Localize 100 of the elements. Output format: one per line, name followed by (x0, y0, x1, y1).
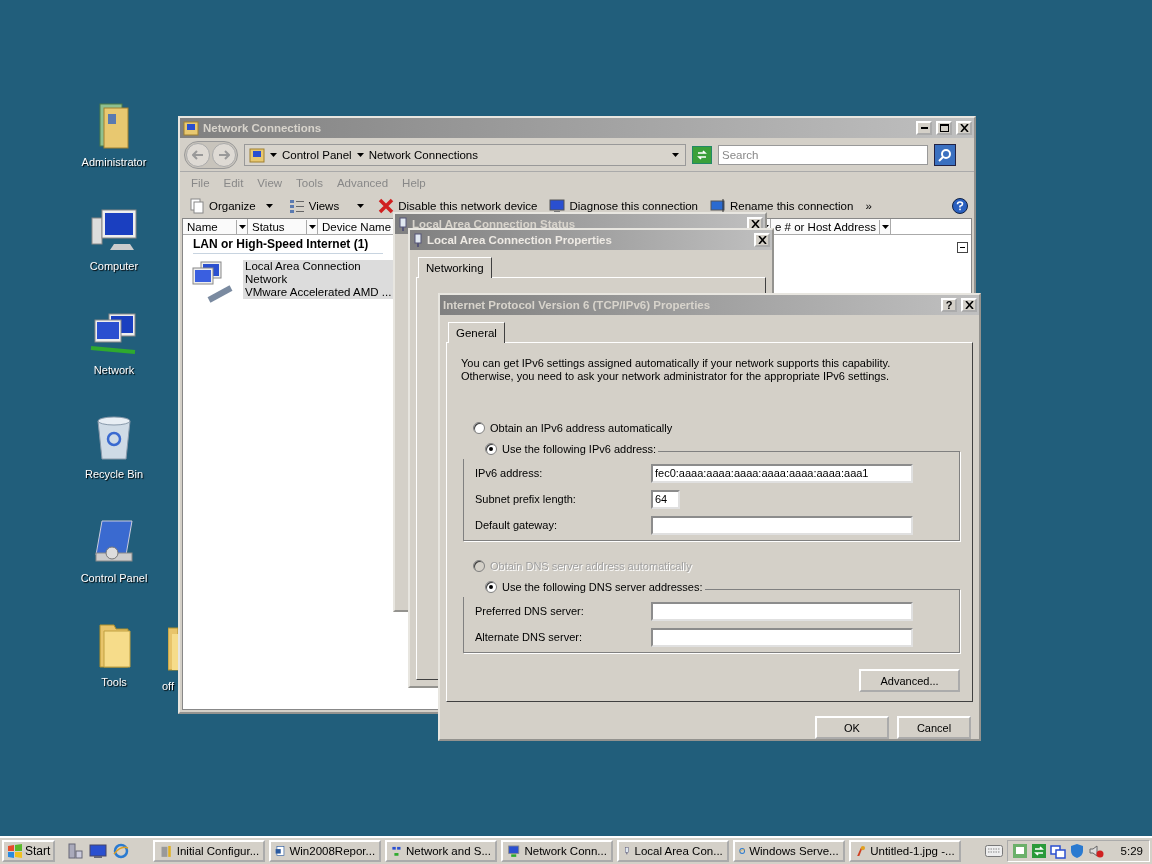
toolbar-button[interactable]: Rename this connection (707, 196, 857, 216)
caret-icon (357, 204, 365, 208)
help-icon[interactable] (952, 198, 968, 214)
taskbar-button[interactable]: Untitled-1.jpg -... (848, 840, 961, 862)
column-header[interactable]: e # or Host Address (771, 219, 891, 234)
back-arrow-icon (192, 149, 204, 160)
group-header[interactable]: LAN or High-Speed Internet (1) (193, 237, 369, 251)
network-tray-icon[interactable] (1011, 843, 1028, 859)
search-field[interactable]: Search (718, 144, 928, 165)
start-button[interactable]: Start (2, 840, 56, 862)
dialog-button[interactable]: OK (815, 716, 889, 739)
minimize-icon (920, 127, 928, 129)
network-folder-icon (183, 120, 199, 136)
monitor-icon (549, 198, 566, 214)
toolbar-button[interactable]: Organize (186, 196, 276, 216)
server-icon[interactable] (67, 843, 84, 859)
close-icon (959, 124, 969, 132)
close-icon (750, 220, 760, 228)
speaker-muted-icon[interactable] (1087, 843, 1104, 859)
tab[interactable]: Networking (418, 257, 492, 278)
window-title: Internet Protocol Version 6 (TCP/IPv6) Properties (443, 299, 712, 311)
toolbar-button[interactable]: Disable this network device (375, 196, 541, 216)
tab[interactable]: General (448, 322, 505, 343)
field-label: Default gateway: (475, 519, 558, 531)
field-label: Alternate DNS server: (475, 631, 583, 643)
tools-icon (159, 843, 173, 859)
field-label: Preferred DNS server: (475, 605, 585, 617)
column-header[interactable]: Status (248, 219, 318, 234)
desktop-icon-label[interactable]: Control Panel (80, 572, 148, 584)
forward-arrow-icon (218, 149, 230, 160)
connections-icon (507, 843, 521, 859)
column-header[interactable]: Name (183, 219, 248, 234)
input-field[interactable]: 64 (651, 489, 680, 509)
monitors-icon[interactable] (1049, 843, 1066, 859)
radio-button[interactable] (485, 580, 497, 593)
collapse-icon[interactable] (957, 242, 968, 253)
desktop-icon[interactable] (89, 843, 108, 859)
desktop-icon-label[interactable]: Administrator (81, 156, 147, 168)
breadcrumb-item[interactable]: Network Connections (368, 148, 478, 161)
minimize-button[interactable] (916, 121, 932, 135)
recycle-bin-icon (96, 414, 132, 462)
address-bar[interactable]: Control Panel Network Connections (244, 143, 686, 166)
window-title: Local Area Connection Properties (427, 234, 613, 246)
desktop-icon-label[interactable]: Computer (89, 260, 139, 272)
close-icon (964, 301, 974, 309)
input-field[interactable] (651, 515, 913, 535)
help-button[interactable]: ? (941, 298, 957, 312)
taskbar-button[interactable]: Initial Configur... (153, 840, 266, 862)
window-title: Network Connections (203, 122, 323, 134)
adapter-icon (398, 217, 408, 231)
clock[interactable]: 5:29 (1120, 845, 1143, 857)
caret-icon (308, 224, 316, 229)
desktop-icon-label[interactable]: Network (93, 364, 135, 376)
toolbar-button[interactable]: » (862, 198, 875, 214)
input-field[interactable]: fec0:aaaa:aaaa:aaaa:aaaa:aaaa:aaaa:aaa1 (651, 463, 913, 483)
radio-label: Use the following IPv6 address: (502, 442, 657, 455)
taskbar-button[interactable]: Network and S... (385, 840, 497, 862)
close-button[interactable] (961, 298, 977, 312)
advanced-button[interactable]: Advanced... (859, 669, 960, 692)
document-icon (275, 843, 286, 859)
desktop-icon-label[interactable]: Tools (101, 676, 127, 688)
caret-icon (881, 224, 889, 229)
windows-logo-icon (7, 843, 23, 859)
taskbar-button[interactable]: Win2008Repor... (269, 840, 382, 862)
desktop-icon-label[interactable]: off (162, 680, 175, 692)
cross-icon (378, 198, 395, 214)
close-icon (757, 236, 767, 244)
folder-icon (96, 622, 132, 670)
description-text: You can get IPv6 settings assigned automatically if your network supports this capability. Otherwise, you need to ask your network administrator for the appropriate IPv6 settings. (461, 357, 892, 383)
dialog-button[interactable]: Cancel (897, 716, 971, 739)
maximize-button[interactable] (936, 121, 952, 135)
folder-icon (168, 626, 178, 672)
keyboard-icon[interactable] (984, 845, 1003, 857)
close-button[interactable] (956, 121, 972, 135)
caret-icon (265, 204, 273, 208)
search-icon (938, 147, 952, 162)
shield-icon[interactable] (1068, 843, 1085, 859)
desktop-icon-label[interactable]: Recycle Bin (84, 468, 144, 480)
taskbar-button[interactable]: Local Area Con... (616, 840, 729, 862)
network-folder-icon (249, 146, 265, 163)
browser-icon[interactable] (113, 843, 130, 859)
refresh-icon (696, 148, 708, 161)
taskbar-button[interactable]: Windows Serve... (732, 840, 845, 862)
toolbar-button[interactable]: Diagnose this connection (546, 196, 701, 216)
caret-icon (356, 152, 364, 157)
close-button[interactable] (754, 233, 770, 247)
field-label: IPv6 address: (475, 467, 544, 479)
breadcrumb-item[interactable]: Control Panel (282, 148, 352, 161)
toolbar-button[interactable]: Views (285, 196, 368, 216)
paint-icon (854, 843, 867, 859)
radio-label: Obtain an IPv6 address automatically (490, 421, 673, 434)
pages-icon (189, 198, 205, 214)
maximize-icon (939, 124, 949, 132)
refresh-button[interactable] (692, 145, 712, 164)
taskbar-button[interactable]: Network Conn... (501, 840, 613, 862)
input-field[interactable] (651, 601, 913, 621)
input-field[interactable] (651, 627, 913, 647)
search-button[interactable] (934, 143, 956, 166)
sync-icon[interactable] (1030, 843, 1047, 859)
connection-item[interactable]: Local Area Connection Network VMware Accelerated AMD ... (243, 260, 394, 299)
